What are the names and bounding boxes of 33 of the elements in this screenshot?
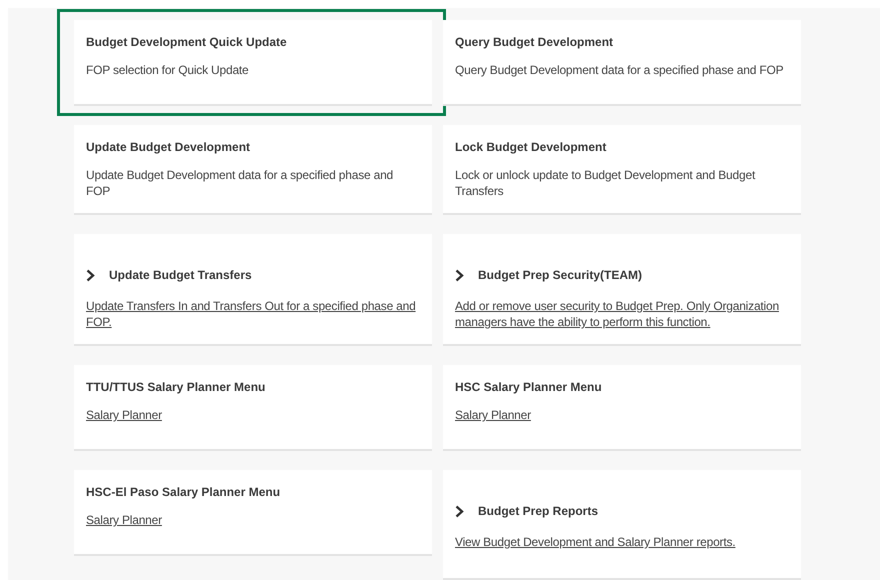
card-title: Query Budget Development	[455, 34, 614, 51]
card-title: Lock Budget Development	[455, 139, 608, 156]
card-title: HSC Salary Planner Menu	[455, 379, 603, 396]
planner-link[interactable]: Salary Planner	[86, 407, 420, 423]
card-title: Budget Prep Security(TEAM)	[478, 267, 642, 284]
card-title: Update Budget Development	[86, 139, 252, 156]
card-title: HSC-El Paso Salary Planner Menu	[86, 484, 282, 501]
description-link[interactable]: Add or remove user security to Budget Prep. Only Organization managers have the ability to perform this function.	[455, 298, 789, 330]
card-description: Update Budget Development data for a specified phase and FOP	[86, 167, 394, 199]
menu-card[interactable]: TTU/TTUS Salary Planner Menu Salary Planner	[74, 365, 432, 451]
menu-card[interactable]: HSC-El Paso Salary Planner Menu Salary Planner	[74, 470, 432, 556]
card-title: Update Budget Transfers	[109, 267, 252, 284]
card-description: FOP selection for Quick Update	[86, 62, 250, 78]
description-link[interactable]: View Budget Development and Salary Planner reports.	[455, 534, 789, 550]
chevron-icon[interactable]	[455, 504, 464, 518]
menu-card[interactable]: Lock Budget Development Lock or unlock update to Budget Development and Budget Transfers	[443, 125, 801, 215]
description-link[interactable]: Update Transfers In and Transfers Out for a specified phase and FOP.	[86, 298, 420, 330]
menu-card[interactable]: Query Budget Development Query Budget Development data for a specified phase and FOP	[443, 20, 801, 106]
menu-card[interactable]: Budget Prep Reports View Budget Development and Salary Planner reports.	[443, 470, 801, 580]
menu-card[interactable]: Budget Prep Security(TEAM) Add or remove user security to Budget Prep. Only Organization managers have the ability to perform this function.	[443, 234, 801, 346]
chevron-icon[interactable]	[455, 268, 464, 282]
planner-link[interactable]: Salary Planner	[86, 512, 420, 528]
planner-link[interactable]: Salary Planner	[455, 407, 789, 423]
card-title: Budget Development Quick Update	[86, 34, 288, 51]
card-title: TTU/TTUS Salary Planner Menu	[86, 379, 266, 396]
menu-card[interactable]: Update Budget Transfers Update Transfers In and Transfers Out for a specified phase and FOP.	[74, 234, 432, 346]
menu-card[interactable]: Budget Development Quick Update FOP selection for Quick Update	[74, 20, 432, 106]
menu-card[interactable]: HSC Salary Planner Menu Salary Planner	[443, 365, 801, 451]
card-description: Query Budget Development data for a specified phase and FOP	[455, 62, 784, 78]
chevron-icon[interactable]	[86, 268, 95, 282]
card-description: Lock or unlock update to Budget Development and Budget Transfers	[455, 167, 756, 199]
card-title: Budget Prep Reports	[478, 503, 598, 520]
menu-card[interactable]: Update Budget Development Update Budget Development data for a specified phase and FOP	[74, 125, 432, 215]
